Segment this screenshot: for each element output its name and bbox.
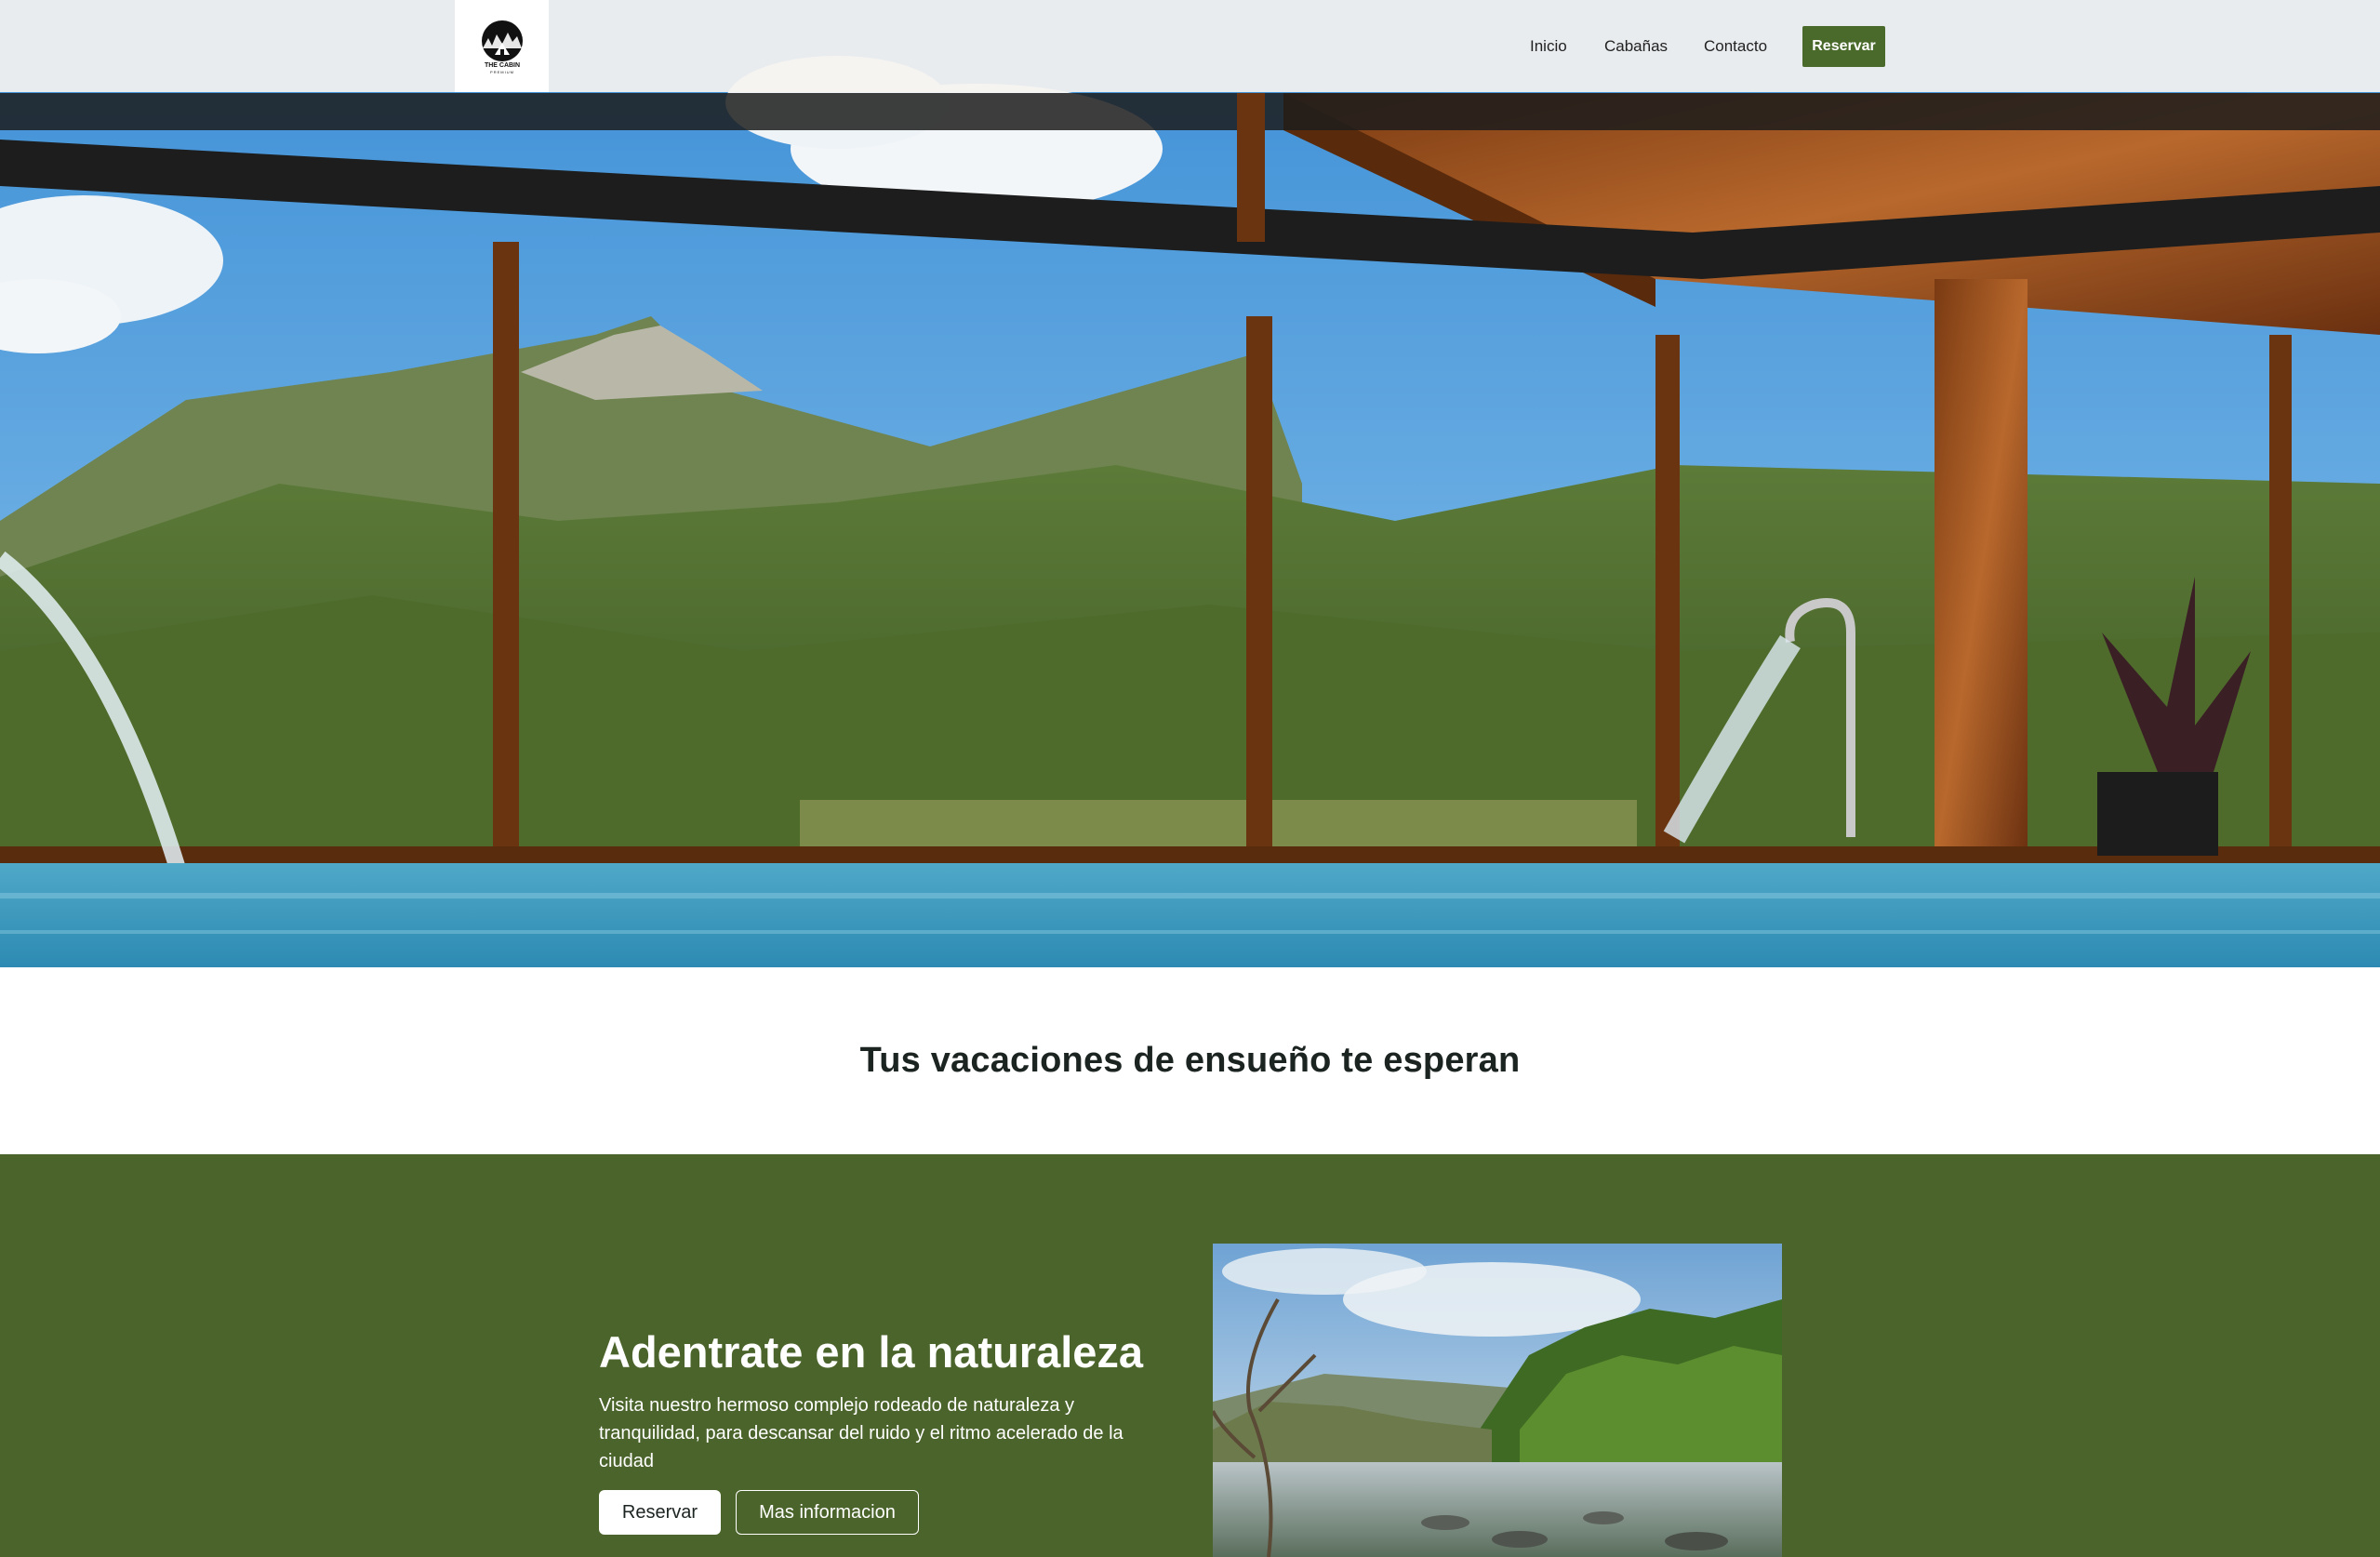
promo-image [1213,1244,1782,1557]
promo-description: Visita nuestro hermoso complejo rodeado … [599,1395,1124,1471]
river-photo-icon [1213,1244,1782,1557]
mas-informacion-button[interactable]: Mas informacion [736,1490,919,1535]
logo[interactable]: THE CABIN PREMIUM [455,0,549,92]
nav-link-inicio[interactable]: Inicio [1530,26,1567,67]
nav-link-contacto[interactable]: Contacto [1704,26,1767,67]
cabin-logo-icon: THE CABIN PREMIUM [481,20,523,74]
tagline-section: Tus vacaciones de ensueño te esperan [0,967,2380,1154]
promo-section: Adentrate en la naturaleza Visita nuestr… [0,1154,2380,1557]
reservar-header-button[interactable]: Reservar [1802,26,1885,67]
tagline-heading: Tus vacaciones de ensueño te esperan [859,1041,1521,1080]
nav-link-cabanas[interactable]: Cabañas [1604,26,1668,67]
reservar-button[interactable]: Reservar [599,1490,721,1535]
hero-image [0,0,2380,967]
hero-photo-icon [0,0,2380,967]
logo-subtext: PREMIUM [490,70,514,74]
site-header: THE CABIN PREMIUM Inicio Cabañas Contact… [0,0,2380,92]
logo-text: THE CABIN [484,62,519,69]
promo-title: Adentrate en la naturaleza [599,1327,1144,1377]
